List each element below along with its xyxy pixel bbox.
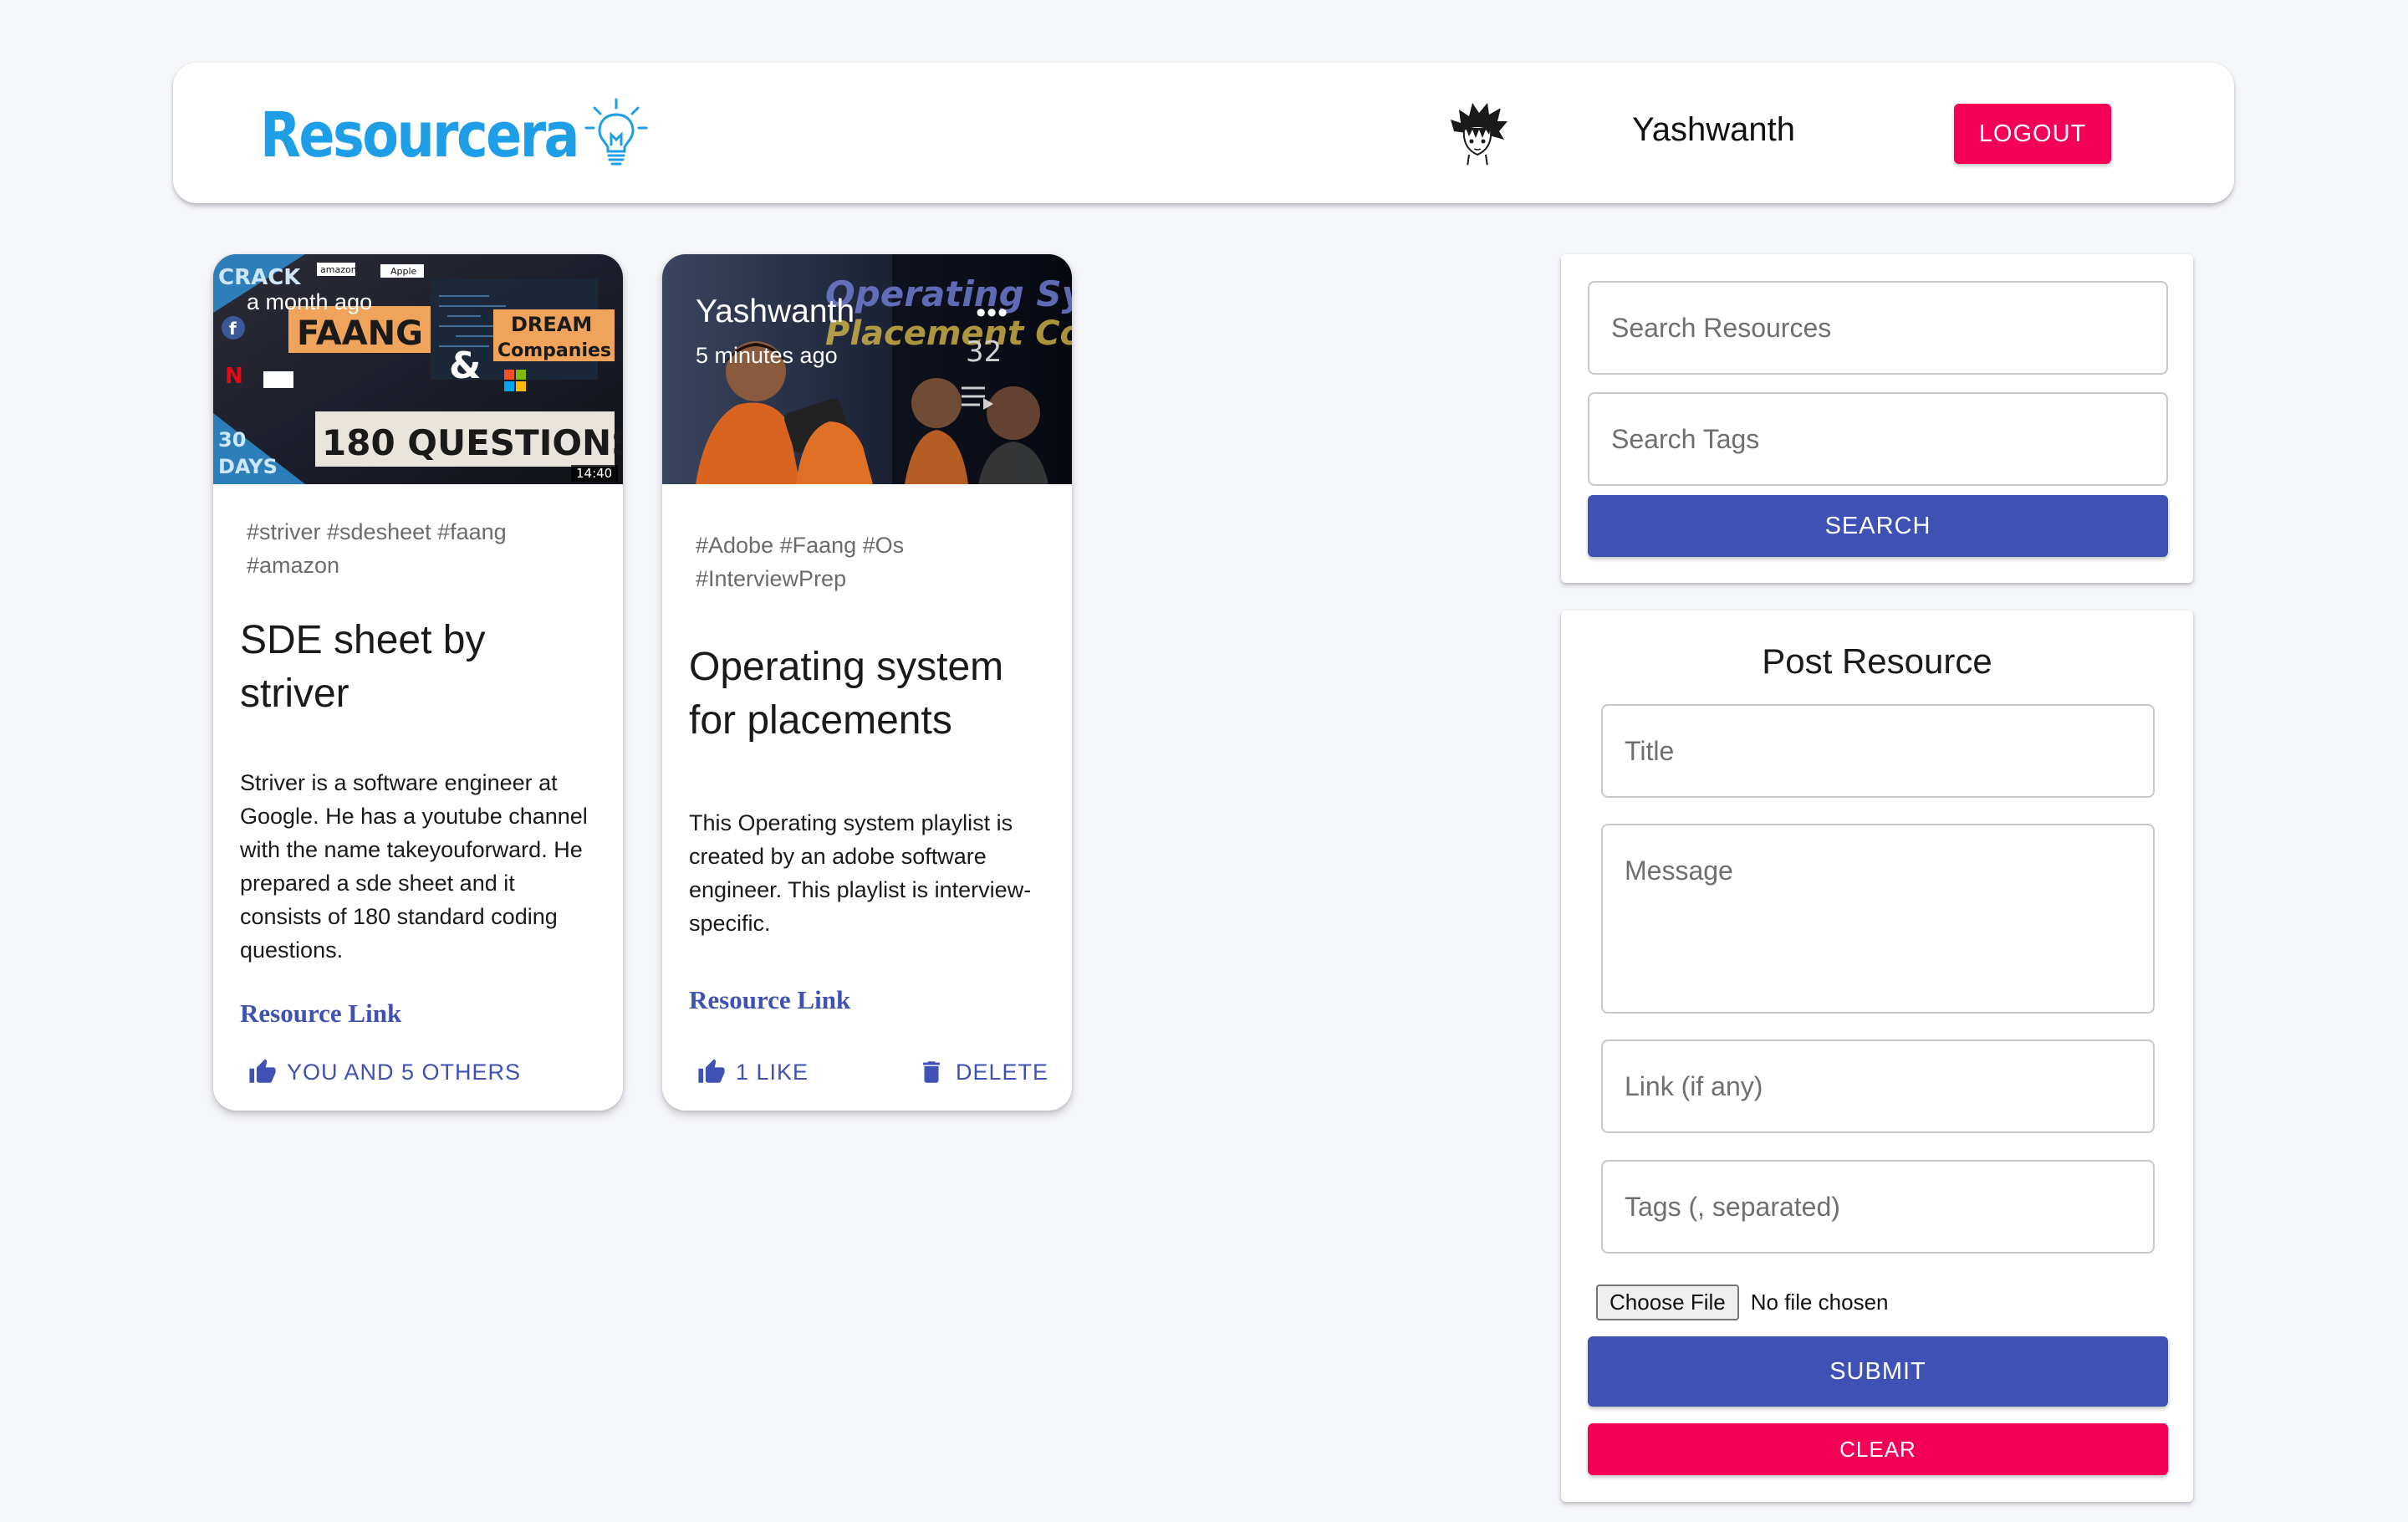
like-button[interactable]: YOU AND 5 OTHERS — [248, 1057, 521, 1087]
resource-card: Operating Systems Placement Course 32 Ya… — [662, 254, 1072, 1111]
file-status: No file chosen — [1750, 1290, 1889, 1315]
resource-link[interactable]: Resource Link — [240, 998, 401, 1029]
thumb-crack-text: CRACK — [218, 265, 301, 290]
delete-label: DELETE — [956, 1060, 1049, 1085]
thumb-up-icon — [698, 1059, 725, 1083]
post-title: SDE sheet by striver — [240, 618, 486, 716]
svg-text:DREAM: DREAM — [511, 313, 592, 336]
like-label: YOU AND 5 OTHERS — [287, 1060, 522, 1085]
thumb-title-line2: Placement Course — [825, 314, 1072, 353]
post-message: Striver is a software engineer at Google… — [240, 770, 588, 963]
avatar[interactable] — [1444, 100, 1511, 166]
search-button[interactable]: SEARCH — [1588, 495, 2168, 557]
svg-text:f: f — [229, 319, 237, 339]
more-horiz-icon[interactable]: ••• — [976, 299, 1008, 327]
thumb-questions-text: 180 QUESTIONS — [322, 422, 623, 463]
message-field[interactable] — [1601, 824, 2155, 1014]
video-duration: 14:40 — [576, 466, 612, 481]
post-author: Yashwanth — [696, 294, 855, 329]
thumb-up-icon — [249, 1059, 276, 1083]
post-message: This Operating system playlist is create… — [689, 810, 1032, 936]
search-panel: SEARCH — [1561, 254, 2193, 583]
app-bar: Resourcera Yashwanth LOGOUT — [173, 63, 2234, 203]
tags-field[interactable] — [1601, 1160, 2155, 1254]
search-resources-input[interactable] — [1588, 281, 2168, 375]
search-tags-input[interactable] — [1588, 392, 2168, 486]
thumb-title-line1: Operating Systems — [825, 273, 1072, 314]
playlist-count: 32 — [966, 335, 1002, 369]
clear-button[interactable]: CLEAR — [1588, 1423, 2168, 1475]
svg-text:30: 30 — [218, 428, 246, 452]
resource-card: CRACK amazon Apple f N FAANG & DREAM Com… — [213, 254, 623, 1111]
link-field[interactable] — [1601, 1039, 2155, 1133]
svg-text:Companies: Companies — [497, 340, 611, 361]
thumb-faang-text: FAANG — [297, 314, 423, 353]
post-title: Operating system for placements — [689, 645, 1004, 743]
file-upload: Choose File No file chosen — [1596, 1285, 1889, 1320]
title-field[interactable] — [1601, 704, 2155, 798]
username: Yashwanth — [1632, 111, 1795, 148]
svg-text:amazon: amazon — [320, 264, 357, 275]
lightbulb-icon — [584, 98, 648, 166]
post-form-heading: Post Resource — [1762, 641, 1992, 681]
trash-icon — [923, 1061, 940, 1083]
like-label: 1 LIKE — [736, 1060, 809, 1085]
delete-button[interactable]: DELETE — [917, 1057, 1048, 1087]
submit-button[interactable]: SUBMIT — [1588, 1336, 2168, 1407]
like-button[interactable]: 1 LIKE — [697, 1057, 809, 1087]
card-thumbnail: Operating Systems Placement Course 32 Ya… — [662, 254, 1072, 484]
brand-title[interactable]: Resourcera — [260, 101, 579, 170]
svg-text:N: N — [225, 364, 243, 389]
choose-file-button[interactable]: Choose File — [1596, 1285, 1739, 1320]
resource-link[interactable]: Resource Link — [689, 985, 850, 1015]
svg-text:&: & — [449, 345, 481, 387]
post-time: a month ago — [247, 289, 373, 314]
card-thumbnail: CRACK amazon Apple f N FAANG & DREAM Com… — [213, 254, 623, 484]
post-time: 5 minutes ago — [696, 343, 838, 368]
svg-text:Apple: Apple — [390, 266, 417, 277]
svg-text:DAYS: DAYS — [218, 455, 278, 478]
post-resource-panel: Post Resource Choose File No file chosen… — [1561, 610, 2193, 1502]
logout-button[interactable]: LOGOUT — [1954, 104, 2111, 164]
post-tags: #Adobe #Faang #Os #InterviewPrep — [696, 533, 905, 591]
post-tags: #striver #sdesheet #faang #amazon — [247, 519, 507, 578]
